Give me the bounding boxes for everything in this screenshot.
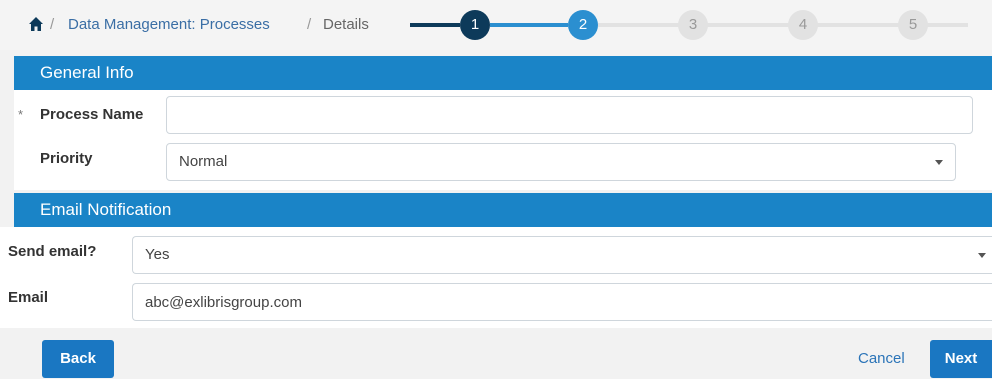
- stepper-track-active: [490, 23, 568, 27]
- step-4: 4: [788, 10, 818, 40]
- home-icon[interactable]: [28, 16, 44, 32]
- send-email-select[interactable]: Yes: [132, 236, 992, 274]
- stepper-track-done: [410, 23, 460, 27]
- step-3: 3: [678, 10, 708, 40]
- process-name-input[interactable]: [166, 96, 973, 134]
- cancel-button[interactable]: Cancel: [858, 350, 905, 367]
- email-input[interactable]: [132, 283, 992, 321]
- email-notification-panel: Send email? Yes Email: [0, 227, 992, 328]
- email-notification-header: Email Notification: [14, 193, 992, 227]
- general-info-panel: * Process Name Priority Normal: [14, 90, 992, 190]
- breadcrumb-link-processes[interactable]: Data Management: Processes: [68, 16, 270, 33]
- caret-down-icon: [935, 160, 943, 165]
- top-bar: / Data Management: Processes / Details 1…: [0, 0, 992, 50]
- step-5: 5: [898, 10, 928, 40]
- breadcrumb-separator: /: [50, 16, 55, 33]
- email-label: Email: [8, 289, 49, 306]
- priority-select[interactable]: Normal: [166, 143, 956, 181]
- send-email-label: Send email?: [8, 243, 97, 260]
- send-email-value: Yes: [145, 246, 170, 263]
- process-name-label: Process Name: [40, 106, 144, 123]
- footer-bar: Back Cancel Next: [0, 328, 992, 379]
- step-1: 1: [460, 10, 490, 40]
- priority-label: Priority: [40, 150, 93, 167]
- breadcrumb-current: Details: [323, 16, 369, 33]
- step-2: 2: [568, 10, 598, 40]
- required-marker: *: [18, 107, 24, 122]
- next-button[interactable]: Next: [930, 340, 992, 378]
- caret-down-icon: [978, 253, 986, 258]
- priority-value: Normal: [179, 153, 228, 170]
- general-info-header: General Info: [14, 56, 992, 90]
- back-button[interactable]: Back: [42, 340, 114, 378]
- breadcrumb-separator: /: [307, 16, 312, 33]
